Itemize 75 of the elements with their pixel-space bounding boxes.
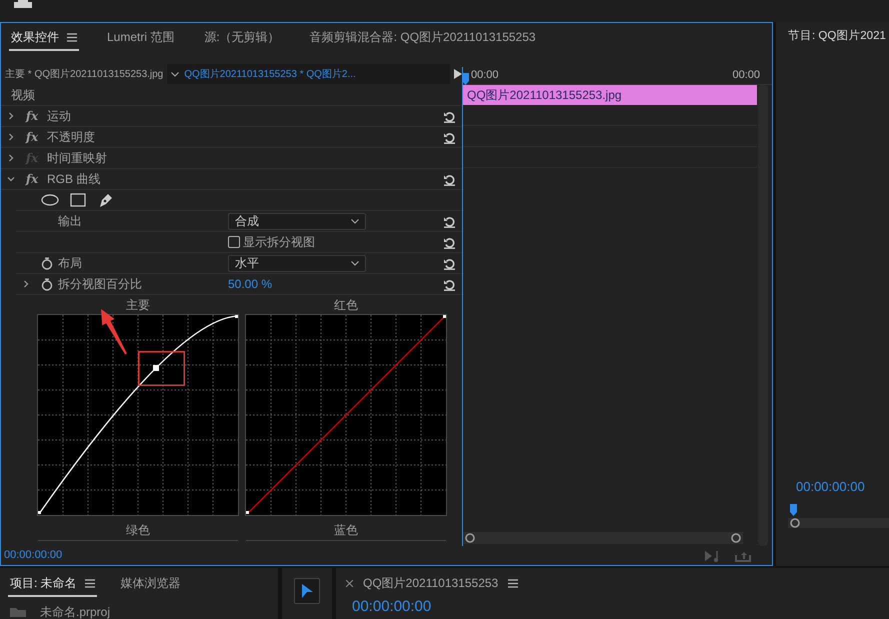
expand-icon[interactable]: [7, 154, 15, 162]
vertical-scrollbar[interactable]: [758, 85, 768, 546]
fx-toggle[interactable]: fx: [21, 170, 43, 188]
horizontal-scrollbar[interactable]: [463, 532, 743, 544]
menu-icon[interactable]: [84, 578, 95, 588]
reset-icon[interactable]: [443, 256, 456, 270]
property-label: 输出: [58, 213, 83, 230]
checkbox[interactable]: [228, 236, 240, 248]
collapse-icon[interactable]: [7, 175, 15, 183]
panel-title[interactable]: QQ图片20211013155253: [363, 574, 498, 592]
section-label: 视频: [11, 87, 35, 104]
panel-tab[interactable]: Lumetri 范围: [105, 28, 176, 51]
selection-tool-button[interactable]: [294, 578, 320, 604]
zoom-scrollbar[interactable]: [788, 518, 889, 528]
curve-label: 主要: [125, 297, 151, 314]
playhead-icon[interactable]: [790, 504, 797, 516]
timecode[interactable]: 00:00:00:00: [4, 547, 62, 564]
timecode[interactable]: 00:00:00:00: [796, 476, 889, 496]
dropdown[interactable]: 水平: [228, 254, 366, 272]
pointer-icon: [301, 584, 313, 598]
ruler-time: 00:00: [732, 68, 760, 83]
timecode[interactable]: 00:00:00:00: [336, 596, 889, 618]
reset-icon[interactable]: [443, 236, 456, 248]
panel-tab[interactable]: 效果控件: [9, 28, 79, 51]
panel-tab[interactable]: 源:（无剪辑）: [202, 28, 282, 51]
channel-curve-graph[interactable]: [246, 315, 446, 515]
sequence-clip-dropdown[interactable]: QQ图片20211013155253 * QQ图片2...: [167, 64, 450, 84]
scroll-handle-icon[interactable]: [731, 533, 741, 543]
checkbox-label: 显示拆分视图: [243, 234, 315, 251]
clip-bar[interactable]: QQ图片20211013155253.jpg: [463, 85, 757, 105]
reset-icon[interactable]: [443, 278, 456, 290]
effect-name: 时间重映射: [47, 150, 107, 167]
panel-tab[interactable]: 音频剪辑混合器: QQ图片20211013155253: [308, 28, 538, 51]
playhead-icon[interactable]: [462, 73, 469, 85]
effect-name: 运动: [47, 108, 71, 125]
panel-tab[interactable]: 项目: 未命名: [8, 574, 97, 597]
dropdown-caret-icon: [351, 260, 359, 266]
stopwatch-icon[interactable]: [41, 256, 53, 270]
menu-icon[interactable]: [508, 578, 518, 588]
dropdown[interactable]: 合成: [228, 212, 366, 230]
scroll-handle-icon[interactable]: [465, 533, 475, 543]
curve-label: 红色: [333, 297, 359, 314]
panel-title[interactable]: 节目: QQ图片2021: [788, 28, 889, 46]
reset-icon[interactable]: [443, 130, 456, 144]
reset-icon[interactable]: [443, 172, 456, 186]
ruler-time: 00:00: [471, 68, 499, 83]
close-icon[interactable]: [346, 580, 353, 586]
dropdown-caret-icon: [171, 72, 180, 76]
property-label: 布局: [58, 255, 83, 272]
panel-tab[interactable]: 媒体浏览器: [118, 574, 183, 597]
fx-toggle[interactable]: fx: [21, 128, 43, 146]
expand-icon[interactable]: [22, 280, 30, 288]
fx-toggle[interactable]: fx: [21, 107, 43, 125]
project-item[interactable]: 未命名.prproj: [40, 603, 110, 619]
curve-label: 蓝色: [246, 515, 446, 541]
master-curve-graph[interactable]: [38, 315, 238, 515]
stopwatch-icon[interactable]: [41, 278, 53, 290]
value-field[interactable]: 50.00 %: [228, 275, 272, 293]
dropdown-caret-icon: [351, 218, 359, 224]
effect-name: RGB 曲线: [47, 171, 100, 188]
ellipse-mask-icon[interactable]: [41, 194, 59, 206]
rectangle-mask-icon[interactable]: [70, 193, 86, 207]
menu-icon[interactable]: [67, 32, 77, 42]
effect-name: 不透明度: [47, 129, 95, 146]
scroll-handle-icon[interactable]: [790, 518, 800, 528]
reset-icon[interactable]: [443, 110, 456, 122]
home-icon[interactable]: [14, 0, 32, 8]
play-icon[interactable]: [454, 69, 462, 79]
curve-label: 绿色: [38, 515, 238, 541]
property-label: 拆分视图百分比: [58, 276, 143, 293]
pen-mask-icon[interactable]: [97, 192, 113, 208]
source-clip-label: 主要 * QQ图片20211013155253.jpg: [5, 68, 164, 82]
expand-icon[interactable]: [7, 112, 15, 120]
reset-icon[interactable]: [443, 214, 456, 228]
expand-icon[interactable]: [7, 133, 15, 141]
